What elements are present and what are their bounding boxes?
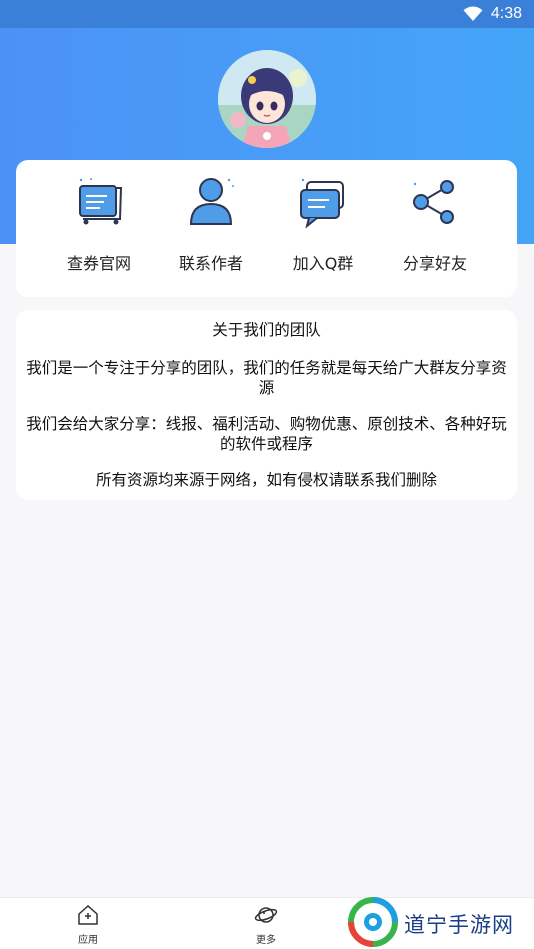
about-title: 关于我们的团队 xyxy=(212,321,321,339)
menu-item-label: 查券官网 xyxy=(66,254,131,273)
menu-item-coupon-site[interactable]: 查券官网 xyxy=(43,174,155,297)
avatar xyxy=(218,50,316,148)
status-bar: 4:38 xyxy=(0,0,534,28)
menu-item-label: 联系作者 xyxy=(178,254,243,273)
watermark: 道宁手游网 xyxy=(348,896,534,949)
home-icon xyxy=(76,904,100,929)
menu-card: 查券官网 联系作者 加入Q群 分享好友 xyxy=(16,160,517,297)
menu-item-join-group[interactable]: 加入Q群 xyxy=(267,174,379,297)
nav-item-apps[interactable]: 应用 xyxy=(76,904,100,946)
nav-item-label: 更多 xyxy=(256,935,276,946)
planet-icon xyxy=(254,904,278,929)
watermark-text: 道宁手游网 xyxy=(404,912,514,937)
share-icon xyxy=(407,174,463,230)
about-card: 关于我们的团队 我们是一个专注于分享的团队，我们的任务就是每天给广大群友分享资源… xyxy=(16,310,517,500)
wifi-icon xyxy=(463,6,483,22)
nav-item-label: 应用 xyxy=(78,935,98,946)
menu-item-share[interactable]: 分享好友 xyxy=(379,174,491,297)
menu-item-contact-author[interactable]: 联系作者 xyxy=(155,174,267,297)
swirl-logo-icon xyxy=(348,896,398,949)
about-paragraph: 所有资源均来源于网络，如有侵权请联系我们删除 xyxy=(95,471,437,489)
user-icon xyxy=(183,174,239,230)
menu-item-label: 分享好友 xyxy=(402,254,467,273)
about-paragraph: 我们会给大家分享：线报、福利活动、购物优惠、原创技术、各种好玩的软件或程序 xyxy=(26,415,507,453)
status-time: 4:38 xyxy=(490,5,522,22)
cart-icon xyxy=(71,174,127,230)
about-paragraph: 我们是一个专注于分享的团队，我们的任务就是每天给广大群友分享资源 xyxy=(26,359,507,397)
nav-item-more[interactable]: 更多 xyxy=(254,904,278,946)
chat-icon xyxy=(295,174,351,230)
menu-item-label: 加入Q群 xyxy=(292,254,354,273)
